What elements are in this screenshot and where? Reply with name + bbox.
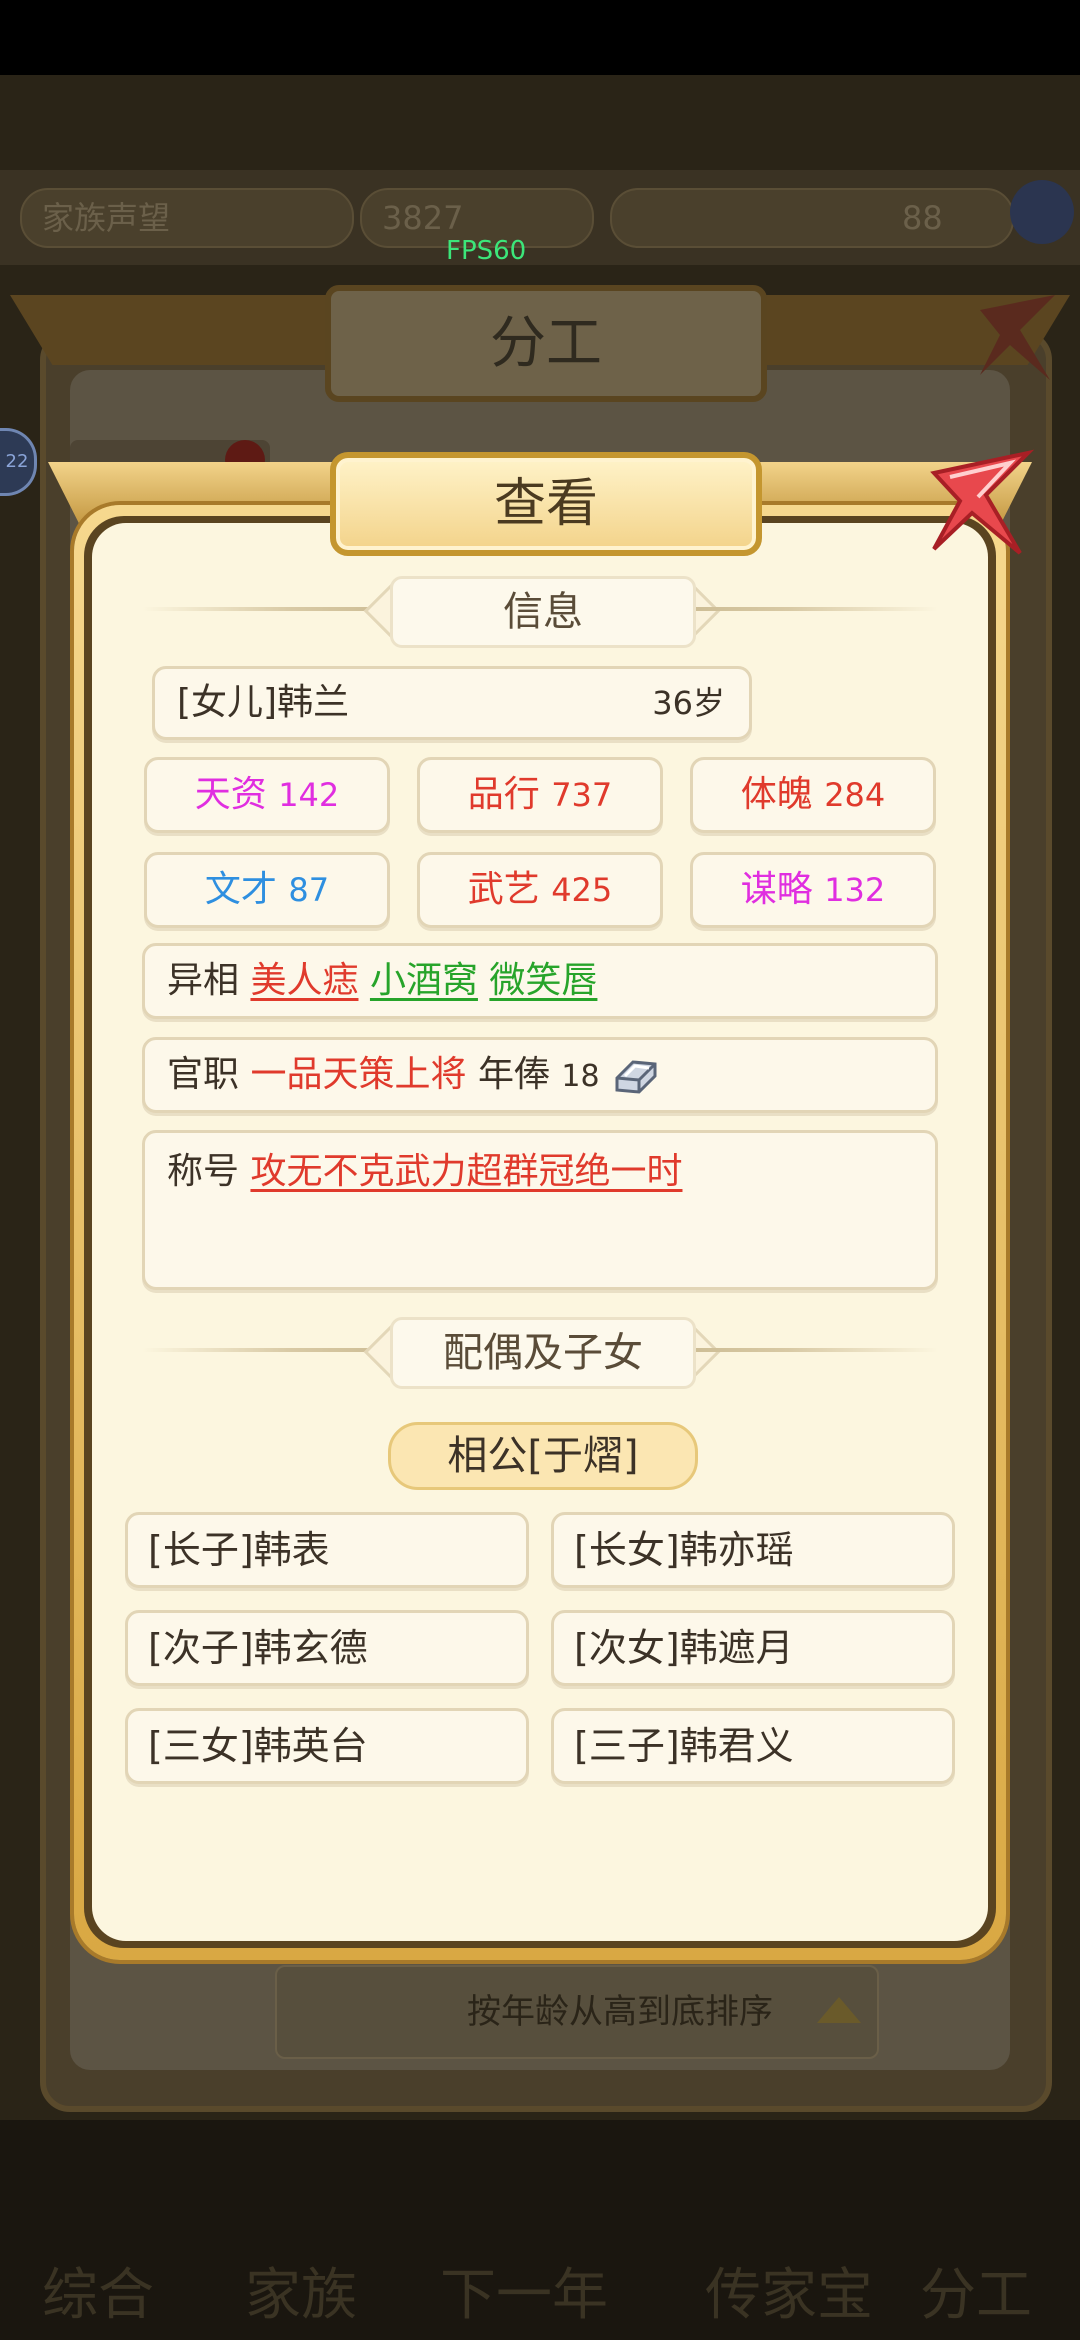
child-button[interactable]: [次子]韩玄德 (125, 1610, 529, 1686)
child-button[interactable]: [三子]韩君义 (551, 1708, 955, 1784)
background-sort-arrow-icon (817, 1997, 861, 2023)
stat-strategy-label: 谋略 (740, 869, 813, 910)
background-money-text: 3827 (382, 199, 464, 237)
stat-literature-label: 文才 (204, 869, 277, 910)
traits-label: 异相 (167, 960, 240, 1001)
info-section-line-right (688, 607, 938, 611)
office-card: 官职 一品天策上将 年俸 18 (142, 1037, 938, 1113)
background-nav-family: 家族 (245, 2263, 357, 2328)
honor-label: 称号 (167, 1151, 240, 1192)
character-name: [女儿]韩兰 (177, 682, 350, 723)
child-button[interactable]: [长子]韩表 (125, 1512, 529, 1588)
stat-talent: 天资 142 (144, 757, 390, 833)
stat-conduct-label: 品行 (467, 774, 540, 815)
background-panel-title: 分工 (490, 311, 602, 376)
trait-item[interactable]: 小酒窝 (370, 960, 478, 1001)
honor-row: 称号 攻无不克武力超群冠绝一时 (167, 1137, 682, 1207)
name-card: [女儿]韩兰 36岁 (152, 666, 752, 740)
trait-item[interactable]: 微笑唇 (489, 960, 597, 1001)
trait-item[interactable]: 美人痣 (250, 960, 358, 1001)
background-resource-text: 88 (902, 199, 943, 237)
honor-title[interactable]: 攻无不克武力超群冠绝一时 (250, 1151, 682, 1192)
stat-martial: 武艺 425 (417, 852, 663, 928)
fps-counter: FPS60 (446, 236, 527, 266)
background-nav-duty: 分工 (920, 2263, 1032, 2328)
office-label: 官职 (167, 1054, 240, 1095)
stat-literature-value: 87 (288, 871, 330, 909)
family-section-line-right (688, 1348, 938, 1352)
stat-physique-label: 体魄 (740, 774, 813, 815)
info-section-line-left (142, 607, 392, 611)
stat-conduct-value: 737 (551, 776, 613, 814)
modal-title: 查看 (493, 474, 598, 534)
honor-card: 称号 攻无不克武力超群冠绝一时 (142, 1130, 938, 1290)
salary-value: 18 (561, 1059, 600, 1094)
stat-talent-label: 天资 (194, 774, 267, 815)
silver-ingot-icon (615, 1060, 657, 1094)
background-resource-pill: 88 (610, 188, 1014, 248)
background-nav-heirloom: 传家宝 (705, 2263, 873, 2328)
close-icon[interactable] (920, 445, 1035, 560)
office-row: 官职 一品天策上将 年俸 18 (167, 1040, 661, 1112)
stat-martial-value: 425 (551, 871, 613, 909)
office-title: 一品天策上将 (250, 1054, 467, 1095)
info-section-title: 信息 (390, 576, 696, 648)
background-help-icon (1010, 180, 1074, 244)
stat-conduct: 品行 737 (417, 757, 663, 833)
child-button[interactable]: [次女]韩遮月 (551, 1610, 955, 1686)
character-age: 36岁 (652, 684, 725, 722)
stat-literature: 文才 87 (144, 852, 390, 928)
child-button[interactable]: [三女]韩英台 (125, 1708, 529, 1784)
traits-row: 异相 美人痣 小酒窝 微笑唇 (167, 946, 597, 1016)
family-section-line-left (142, 1348, 392, 1352)
background-prestige-pill: 家族声望 (20, 188, 354, 248)
family-section-title: 配偶及子女 (390, 1317, 696, 1389)
stat-physique-value: 284 (824, 776, 886, 814)
child-button[interactable]: [长女]韩亦瑶 (551, 1512, 955, 1588)
background-title-plate: 分工 (325, 285, 767, 402)
spouse-button[interactable]: 相公[于熠] (388, 1422, 698, 1490)
stat-strategy-value: 132 (824, 871, 886, 909)
status-bar (0, 0, 1080, 75)
background-prestige-text: 家族声望 (42, 199, 171, 237)
traits-card: 异相 美人痣 小酒窝 微笑唇 (142, 943, 938, 1019)
stat-talent-value: 142 (278, 776, 340, 814)
background-close-icon (980, 295, 1055, 380)
background-sort-button: 按年龄从高到底排序 (275, 1965, 879, 2059)
modal-title-plate: 查看 (330, 452, 762, 556)
stat-strategy: 谋略 132 (690, 852, 936, 928)
salary-label: 年俸 (477, 1054, 550, 1095)
background-nav-overview: 综合 (42, 2263, 154, 2328)
background-sort-text: 按年龄从高到底排序 (467, 1992, 773, 2032)
stat-physique: 体魄 284 (690, 757, 936, 833)
background-nav-next-year: 下一年 (440, 2263, 608, 2328)
stat-martial-label: 武艺 (467, 869, 540, 910)
